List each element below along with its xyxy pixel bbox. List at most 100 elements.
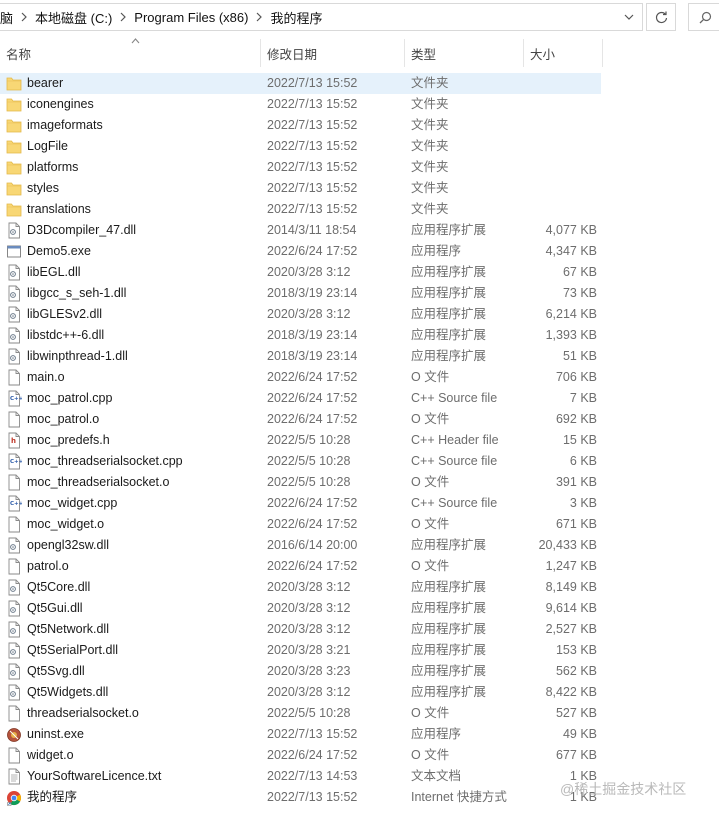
file-modified-date: 2022/7/13 15:52: [267, 139, 358, 153]
file-size: 20,433 KB: [538, 538, 597, 552]
file-modified-date: 2022/6/24 17:52: [267, 517, 358, 531]
breadcrumb-local-disk[interactable]: 本地磁盘 (C:): [35, 8, 112, 27]
file-type: 文件夹: [411, 97, 449, 111]
file-row[interactable]: C++ moc_widget.cpp 2022/6/24 17:52 C++ Sour…: [0, 493, 719, 514]
breadcrumb-program-files[interactable]: Program Files (x86): [134, 10, 248, 25]
file-row[interactable]: Qt5Gui.dll 2020/3/28 3:12 应用程序扩展 9,614 KB: [0, 598, 719, 619]
cpp-file-icon: C++: [6, 453, 24, 470]
file-row[interactable]: Qt5Core.dll 2020/3/28 3:12 应用程序扩展 8,149 KB: [0, 577, 719, 598]
svg-text:h: h: [11, 437, 16, 445]
file-type: Internet 快捷方式: [411, 790, 507, 804]
file-modified-date: 2014/3/11 18:54: [267, 223, 357, 237]
file-modified-date: 2020/3/28 3:23: [267, 664, 351, 678]
file-type: C++ Header file: [411, 433, 499, 447]
breadcrumb-current-folder[interactable]: 我的程序: [270, 8, 322, 27]
file-modified-date: 2022/6/24 17:52: [267, 559, 358, 573]
file-row[interactable]: patrol.o 2022/6/24 17:52 O 文件 1,247 KB: [0, 556, 719, 577]
dll-file-icon: [6, 537, 22, 554]
file-type: 应用程序扩展: [411, 328, 487, 342]
file-size: [527, 157, 597, 178]
file-row[interactable]: moc_widget.o 2022/6/24 17:52 O 文件 671 KB: [0, 514, 719, 535]
dll-file-icon: [6, 642, 22, 659]
file-row[interactable]: C++ moc_threadserialsocket.cpp 2022/5/5 10…: [0, 451, 719, 472]
file-modified-date: 2020/3/28 3:12: [267, 580, 351, 594]
file-row[interactable]: Qt5Widgets.dll 2020/3/28 3:12 应用程序扩展 8,422 …: [0, 682, 719, 703]
chevron-right-icon[interactable]: [248, 4, 270, 30]
chevron-down-icon[interactable]: [616, 4, 642, 30]
file-name: Qt5Core.dll: [27, 580, 91, 594]
file-row[interactable]: D3Dcompiler_47.dll 2014/3/11 18:54 应用程序扩展 4…: [0, 220, 719, 241]
column-header-date[interactable]: 修改日期: [267, 37, 404, 69]
file-row[interactable]: translations 2022/7/13 15:52 文件夹: [0, 199, 719, 220]
file-row[interactable]: main.o 2022/6/24 17:52 O 文件 706 KB: [0, 367, 719, 388]
file-row[interactable]: libstdc++-6.dll 2018/3/19 23:14 应用程序扩展 1,39…: [0, 325, 719, 346]
file-size: 153 KB: [555, 643, 597, 657]
file-row[interactable]: libEGL.dll 2020/3/28 3:12 应用程序扩展 67 KB: [0, 262, 719, 283]
folder-icon: [6, 159, 22, 176]
file-name: moc_predefs.h: [27, 433, 110, 447]
file-name: styles: [27, 181, 59, 195]
file-row[interactable]: Demo5.exe 2022/6/24 17:52 应用程序 4,347 KB: [0, 241, 719, 262]
file-size: 677 KB: [555, 748, 597, 762]
file-name: libgcc_s_seh-1.dll: [27, 286, 127, 300]
file-size: 4,077 KB: [545, 223, 597, 237]
chevron-right-icon[interactable]: [13, 4, 35, 30]
column-header-row: 名称 修改日期 类型 大小: [0, 37, 719, 69]
watermark: @稀土掘金技术社区: [560, 781, 687, 797]
column-header-name[interactable]: 名称: [6, 37, 260, 69]
file-row[interactable]: Qt5Svg.dll 2020/3/28 3:23 应用程序扩展 562 KB: [0, 661, 719, 682]
file-type: 文件夹: [411, 118, 449, 132]
file-row[interactable]: Qt5Network.dll 2020/3/28 3:12 应用程序扩展 2,527 …: [0, 619, 719, 640]
file-row[interactable]: bearer 2022/7/13 15:52 文件夹: [0, 73, 719, 94]
file-row[interactable]: imageformats 2022/7/13 15:52 文件夹: [0, 115, 719, 136]
column-header-type-label: 类型: [411, 47, 437, 62]
file-modified-date: 2022/7/13 15:52: [267, 790, 358, 804]
file-size: 706 KB: [555, 370, 597, 384]
file-name: Qt5Svg.dll: [27, 664, 85, 678]
file-row[interactable]: uninst.exe 2022/7/13 15:52 应用程序 49 KB: [0, 724, 719, 745]
file-row[interactable]: C++ moc_patrol.cpp 2022/6/24 17:52 C++ Sour…: [0, 388, 719, 409]
file-row[interactable]: moc_patrol.o 2022/6/24 17:52 O 文件 692 KB: [0, 409, 719, 430]
dll-file-icon: [6, 600, 22, 617]
file-name: moc_widget.o: [27, 517, 105, 531]
file-type: 文件夹: [411, 160, 449, 174]
file-name: bearer: [27, 76, 64, 90]
blank-file-icon: [6, 411, 22, 428]
sort-ascending-icon: [131, 36, 140, 46]
file-size: [527, 136, 597, 157]
breadcrumb-computer[interactable]: 脑: [0, 8, 13, 27]
file-modified-date: 2022/7/13 15:52: [267, 181, 358, 195]
refresh-button[interactable]: [646, 3, 676, 31]
address-bar[interactable]: 脑 本地磁盘 (C:) Program Files (x86) 我的程序: [0, 3, 643, 31]
file-row[interactable]: threadserialsocket.o 2022/5/5 10:28 O 文件 52…: [0, 703, 719, 724]
file-modified-date: 2022/7/13 15:52: [267, 97, 358, 111]
column-header-type[interactable]: 类型: [411, 37, 523, 69]
file-size: 692 KB: [555, 412, 597, 426]
file-row[interactable]: LogFile 2022/7/13 15:52 文件夹: [0, 136, 719, 157]
column-header-size[interactable]: 大小: [530, 37, 602, 69]
file-row[interactable]: libgcc_s_seh-1.dll 2018/3/19 23:14 应用程序扩展 7…: [0, 283, 719, 304]
file-type: 应用程序扩展: [411, 580, 487, 594]
file-modified-date: 2022/6/24 17:52: [267, 244, 358, 258]
search-input[interactable]: [688, 3, 719, 31]
file-row[interactable]: libwinpthread-1.dll 2018/3/19 23:14 应用程序扩展…: [0, 346, 719, 367]
file-type: 应用程序扩展: [411, 307, 487, 321]
file-row[interactable]: iconengines 2022/7/13 15:52 文件夹: [0, 94, 719, 115]
file-name: moc_patrol.cpp: [27, 391, 113, 405]
dll-file-icon: [6, 285, 22, 302]
file-name: LogFile: [27, 139, 68, 153]
file-row[interactable]: moc_threadserialsocket.o 2022/5/5 10:28 O …: [0, 472, 719, 493]
file-row[interactable]: platforms 2022/7/13 15:52 文件夹: [0, 157, 719, 178]
file-modified-date: 2022/6/24 17:52: [267, 412, 358, 426]
file-row[interactable]: styles 2022/7/13 15:52 文件夹: [0, 178, 719, 199]
blank-file-icon: [6, 705, 22, 722]
file-row[interactable]: opengl32sw.dll 2016/6/14 20:00 应用程序扩展 20,43…: [0, 535, 719, 556]
file-type: 文件夹: [411, 202, 449, 216]
file-type: O 文件: [411, 517, 450, 531]
file-row[interactable]: libGLESv2.dll 2020/3/28 3:12 应用程序扩展 6,214 K…: [0, 304, 719, 325]
file-size: 49 KB: [562, 727, 597, 741]
file-row[interactable]: widget.o 2022/6/24 17:52 O 文件 677 KB: [0, 745, 719, 766]
chevron-right-icon[interactable]: [112, 4, 134, 30]
file-row[interactable]: h moc_predefs.h 2022/5/5 10:28 C++ Header f…: [0, 430, 719, 451]
file-row[interactable]: Qt5SerialPort.dll 2020/3/28 3:21 应用程序扩展 153…: [0, 640, 719, 661]
